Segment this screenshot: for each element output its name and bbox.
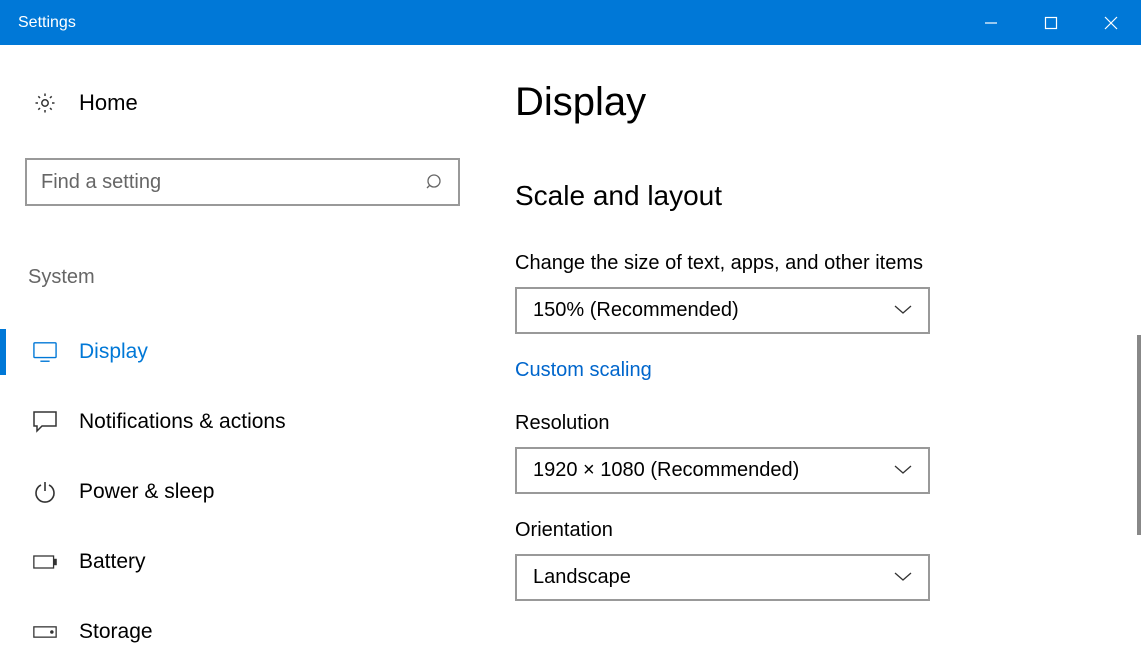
main-panel: Display Scale and layout Change the size… — [490, 45, 1141, 655]
scale-label: Change the size of text, apps, and other… — [515, 252, 1111, 275]
custom-scaling-link[interactable]: Custom scaling — [515, 359, 652, 382]
chevron-down-icon — [894, 462, 912, 480]
scale-value: 150% (Recommended) — [533, 299, 739, 322]
close-button[interactable] — [1081, 0, 1141, 45]
sidebar-item-display[interactable]: Display — [25, 317, 460, 387]
gear-icon — [33, 91, 57, 115]
chevron-down-icon — [894, 569, 912, 587]
sidebar-item-notifications[interactable]: Notifications & actions — [25, 387, 460, 457]
power-icon — [33, 480, 57, 504]
sidebar-item-label: Notifications & actions — [79, 410, 286, 434]
orientation-dropdown[interactable]: Landscape — [515, 554, 930, 601]
search-icon — [426, 173, 444, 191]
home-button[interactable]: Home — [25, 90, 460, 116]
page-title: Display — [515, 80, 1111, 125]
resolution-label: Resolution — [515, 412, 1111, 435]
content-area: Home System Display — [0, 45, 1141, 655]
sidebar-item-label: Display — [79, 340, 148, 364]
sidebar-item-label: Storage — [79, 620, 153, 644]
orientation-value: Landscape — [533, 566, 631, 589]
orientation-label: Orientation — [515, 519, 1111, 542]
sidebar: Home System Display — [0, 45, 490, 655]
storage-icon — [33, 620, 57, 644]
resolution-dropdown[interactable]: 1920 × 1080 (Recommended) — [515, 447, 930, 494]
sidebar-item-battery[interactable]: Battery — [25, 527, 460, 597]
section-title: Scale and layout — [515, 180, 1111, 212]
window-title: Settings — [18, 14, 76, 32]
monitor-icon — [33, 340, 57, 364]
window-controls — [961, 0, 1141, 45]
minimize-button[interactable] — [961, 0, 1021, 45]
scrollbar[interactable] — [1137, 335, 1141, 535]
search-input[interactable] — [41, 171, 426, 194]
home-label: Home — [79, 90, 138, 116]
maximize-button[interactable] — [1021, 0, 1081, 45]
comment-icon — [33, 410, 57, 434]
titlebar: Settings — [0, 0, 1141, 45]
battery-icon — [33, 550, 57, 574]
chevron-down-icon — [894, 302, 912, 320]
resolution-value: 1920 × 1080 (Recommended) — [533, 459, 799, 482]
sidebar-item-label: Battery — [79, 550, 146, 574]
sidebar-item-label: Power & sleep — [79, 480, 214, 504]
scale-dropdown[interactable]: 150% (Recommended) — [515, 287, 930, 334]
search-box[interactable] — [25, 158, 460, 206]
category-label: System — [25, 266, 460, 289]
sidebar-item-power[interactable]: Power & sleep — [25, 457, 460, 527]
sidebar-item-storage[interactable]: Storage — [25, 597, 460, 667]
